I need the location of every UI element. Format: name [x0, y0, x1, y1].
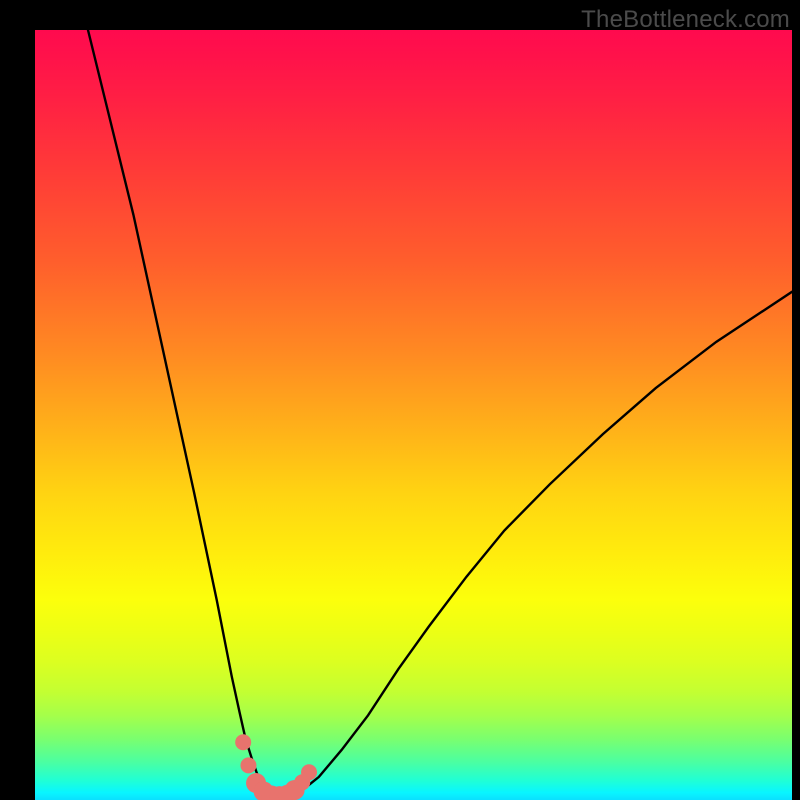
- plot-area: [35, 30, 792, 800]
- highlight-point: [235, 734, 251, 750]
- highlight-markers: [235, 734, 317, 800]
- bottleneck-curve: [88, 30, 792, 796]
- watermark-text: TheBottleneck.com: [581, 6, 790, 34]
- curve-svg: [35, 30, 792, 800]
- highlight-point: [301, 764, 317, 780]
- chart-frame: TheBottleneck.com: [0, 0, 800, 800]
- highlight-point: [240, 757, 256, 773]
